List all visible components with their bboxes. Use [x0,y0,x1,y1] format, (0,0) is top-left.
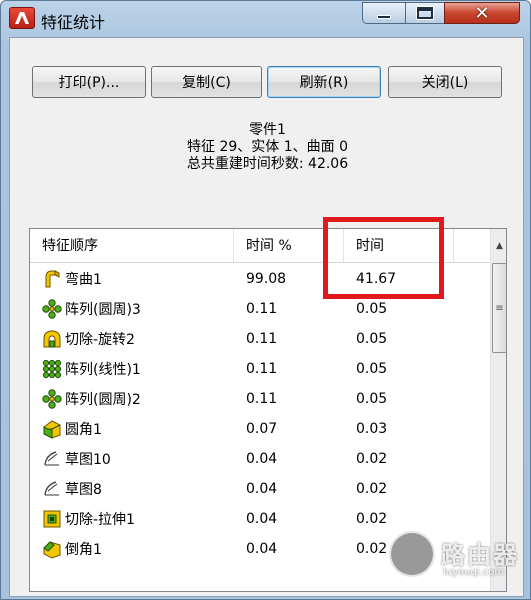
flex-feature-icon [42,269,62,289]
feature-name-cell: 切除-旋转2 [42,324,135,354]
feature-name: 弯曲1 [65,272,102,288]
time-cell: 0.02 [356,481,388,497]
extrude-cut-icon [42,509,62,529]
minimize-button[interactable] [362,2,406,24]
feature-name-cell: 切除-拉伸1 [42,504,135,534]
table-row[interactable]: 阵列(线性)1 0.11 0.05 [30,354,490,384]
sketch-icon [42,479,62,499]
feature-name-cell: 圆角1 [42,414,102,444]
time-cell: 0.02 [356,541,388,557]
maximize-button[interactable] [405,2,445,24]
table-row[interactable]: 切除-拉伸1 0.04 0.02 [30,504,490,534]
feature-name: 草图8 [65,482,102,498]
scrollbar-thumb[interactable]: ≡ [492,263,506,353]
fillet-icon [42,419,62,439]
circular-pattern-icon [42,389,62,409]
feature-name: 阵列(线性)1 [65,362,141,378]
time-percent-cell: 0.11 [246,331,278,347]
time-percent-cell: 0.11 [246,361,278,377]
window-title: 特征统计 [41,13,106,32]
feature-name-cell: 阵列(圆周)3 [42,294,141,324]
watermark-name: 路由器 [441,541,519,569]
table-row[interactable]: 阵列(圆周)2 0.11 0.05 [30,384,490,414]
time-cell: 0.05 [356,361,388,377]
copy-button[interactable]: 复制(C) [151,66,262,98]
feature-name-cell: 草图10 [42,444,111,474]
time-percent-cell: 0.04 [246,541,278,557]
time-percent-cell: 0.11 [246,301,278,317]
time-percent-cell: 0.04 [246,451,278,467]
time-percent-cell: 0.11 [246,391,278,407]
scroll-up-arrow-icon[interactable]: ▲ [491,229,506,263]
table-row[interactable]: 草图10 0.04 0.02 [30,444,490,474]
feature-name: 阵列(圆周)3 [65,302,141,318]
feature-name: 草图10 [65,452,111,468]
close-icon: ✕ [474,2,490,24]
table-row[interactable]: 圆角1 0.07 0.03 [30,414,490,444]
app-logo-icon [9,7,35,29]
feature-name: 倒角1 [65,542,102,558]
feature-name: 切除-拉伸1 [65,512,135,528]
table-row[interactable]: 切除-旋转2 0.11 0.05 [30,324,490,354]
time-highlight-annotation [323,217,444,299]
print-button[interactable]: 打印(P)... [32,66,146,98]
time-cell: 0.02 [356,511,388,527]
circular-pattern-icon [42,299,62,319]
table-row[interactable]: 草图8 0.04 0.02 [30,474,490,504]
total-rebuild-time: 总共重建时间秒数: 42.06 [186,156,349,172]
sketch-icon [42,449,62,469]
revolve-cut-icon [42,329,62,349]
maximize-icon [416,6,434,20]
feature-counts: 特征 29、实体 1、曲面 0 [187,139,348,155]
linear-pattern-icon [42,359,62,379]
part-name: 零件1 [249,122,286,138]
time-cell: 0.05 [356,391,388,407]
close-button[interactable]: 关闭(L) [388,66,502,98]
refresh-button[interactable]: 刷新(R) [267,66,381,98]
time-cell: 0.05 [356,331,388,347]
time-percent-cell: 0.04 [246,481,278,497]
feature-name-cell: 倒角1 [42,534,102,564]
feature-name-cell: 草图8 [42,474,102,504]
feature-name: 圆角1 [65,422,102,438]
window-close-button[interactable]: ✕ [444,2,520,24]
feature-name-cell: 弯曲1 [42,264,102,294]
time-percent-cell: 0.07 [246,421,278,437]
watermark-logo-icon [389,531,435,577]
feature-name-cell: 阵列(线性)1 [42,354,141,384]
chamfer-icon [42,539,62,559]
summary-info: 零件1 特征 29、实体 1、曲面 0 总共重建时间秒数: 42.06 [10,122,525,173]
time-percent-cell: 0.04 [246,511,278,527]
feature-statistics-window: 特征统计 ✕ 打印(P)... 复制(C) 刷新(R) 关闭(L) 零件1 特征… [0,0,531,600]
time-cell: 0.02 [356,451,388,467]
column-header-feature-order[interactable]: 特征顺序 [30,229,234,263]
watermark-url: luyouqi.com [443,567,505,578]
minimize-icon [377,15,391,19]
dialog-body: 打印(P)... 复制(C) 刷新(R) 关闭(L) 零件1 特征 29、实体 … [9,37,524,597]
feature-name: 切除-旋转2 [65,332,135,348]
time-cell: 0.03 [356,421,388,437]
time-percent-cell: 99.08 [246,271,287,287]
feature-name-cell: 阵列(圆周)2 [42,384,141,414]
title-bar[interactable]: 特征统计 ✕ [1,1,530,37]
feature-name: 阵列(圆周)2 [65,392,141,408]
